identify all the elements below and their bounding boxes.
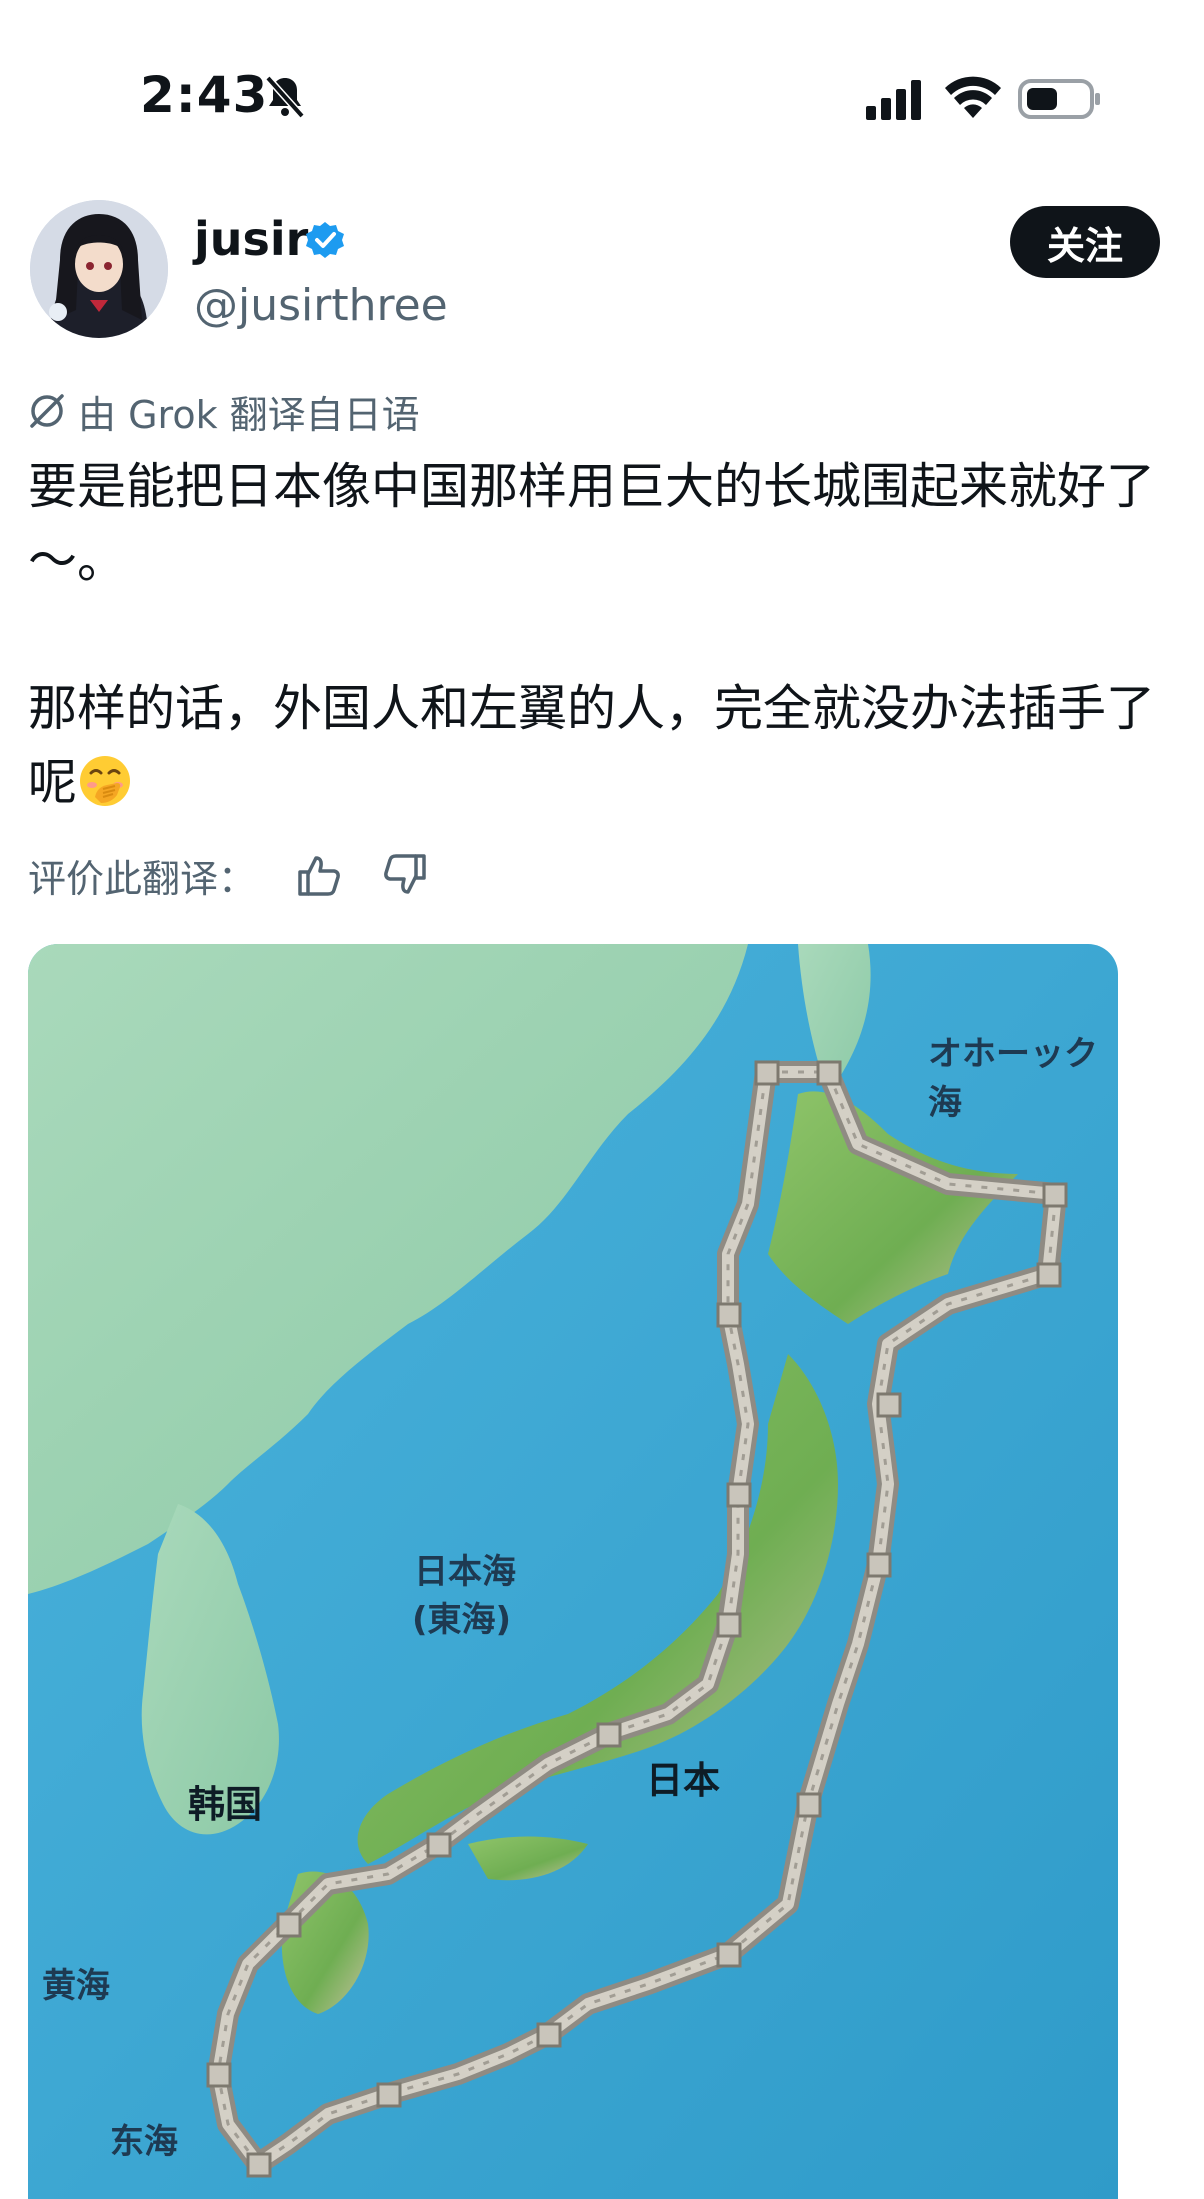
rate-translation-row: 评价此翻译： xyxy=(28,848,428,902)
translation-note-text: 由 Grok 翻译自日语 xyxy=(78,392,420,437)
user-handle[interactable]: @jusirthree xyxy=(194,280,448,331)
status-bar: 2:43 xyxy=(0,0,1204,190)
tweet-text: 要是能把日本像中国那样用巨大的长城围起来就好了～。 那样的话，外国人和左翼的人，… xyxy=(28,450,1178,820)
map-label-japan: 日本 xyxy=(646,1759,720,1802)
map-label-east-sea: (東海) xyxy=(412,1600,512,1640)
avatar[interactable] xyxy=(30,200,168,338)
tweet-line-1: 要是能把日本像中国那样用巨大的长城围起来就好了～。 xyxy=(28,458,1156,589)
map-illustration xyxy=(28,944,1118,2199)
user-display-name[interactable]: jusir xyxy=(194,212,308,266)
verified-badge-icon xyxy=(306,222,344,258)
map-label-east-china-sea: 东海 xyxy=(110,2122,178,2162)
status-time: 2:43 xyxy=(140,66,269,124)
follow-button[interactable]: 关注 xyxy=(1010,206,1160,278)
cellular-signal-icon xyxy=(866,80,921,120)
map-label-yellow-sea: 黄海 xyxy=(42,1966,110,2006)
translation-note[interactable]: 由 Grok 翻译自日语 xyxy=(28,388,420,437)
tweet-map-image[interactable]: オホーック海 日本海 (東海) 日本 韩国 黄海 东海 xyxy=(28,944,1118,2199)
map-label-okhotsk: オホーック海 xyxy=(928,1034,1098,1123)
tweet-line-2: 那样的话，外国人和左翼的人，完全就没办法插手了呢 xyxy=(28,680,1156,811)
thumbs-down-icon[interactable] xyxy=(382,852,428,898)
map-label-korea: 韩国 xyxy=(188,1783,262,1826)
wifi-icon xyxy=(945,76,1001,118)
battery-icon xyxy=(1018,79,1100,119)
map-label-sea-of-japan: 日本海 xyxy=(414,1552,516,1592)
rate-translation-label: 评价此翻译： xyxy=(28,856,257,901)
grok-icon xyxy=(30,394,64,428)
thumbs-up-icon[interactable] xyxy=(296,852,342,898)
bell-muted-icon xyxy=(265,75,305,119)
face-with-hand-over-mouth-emoji-icon xyxy=(80,756,131,806)
avatar-image xyxy=(30,200,168,338)
